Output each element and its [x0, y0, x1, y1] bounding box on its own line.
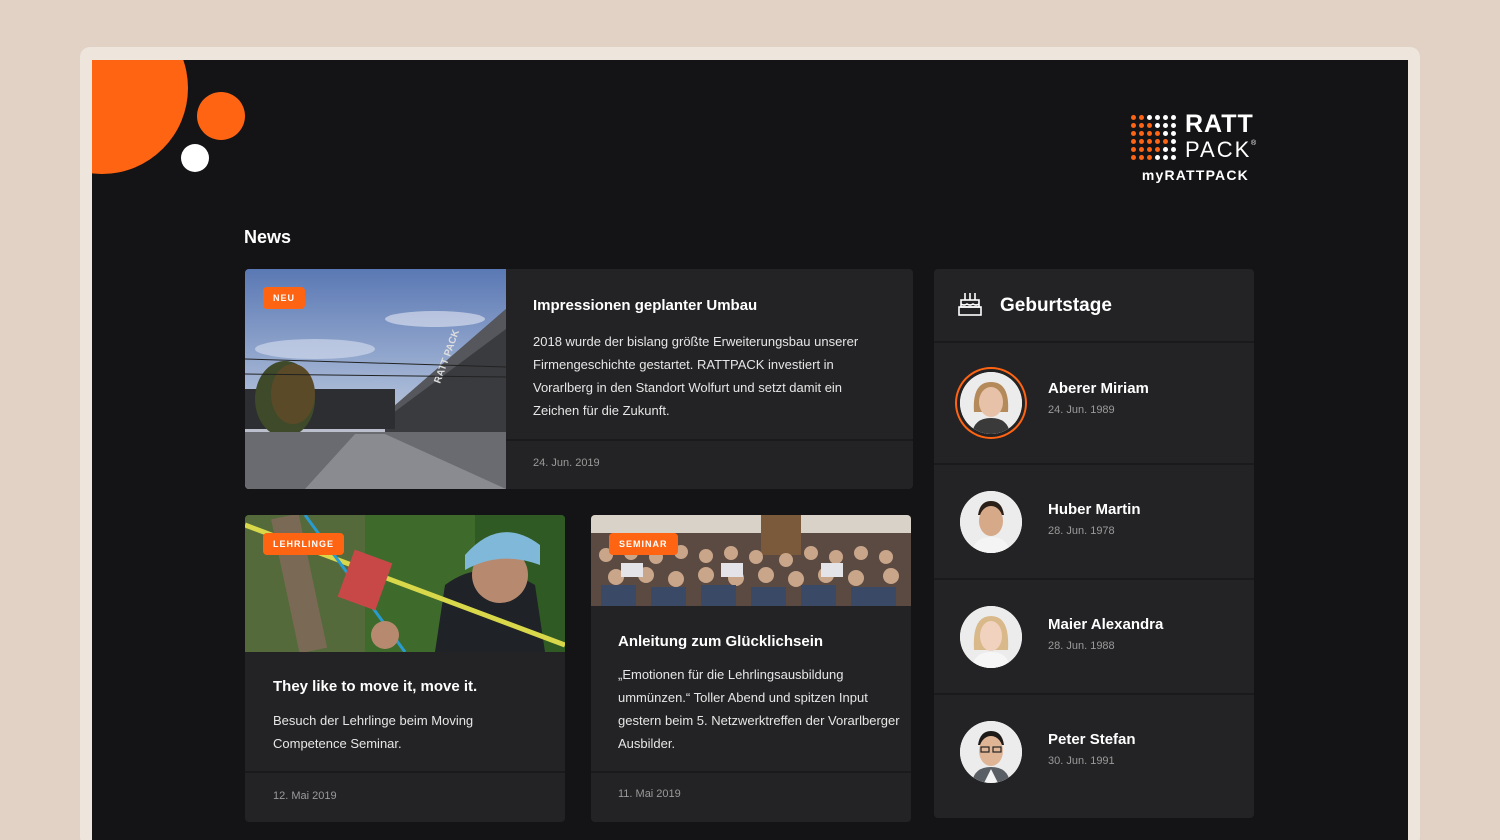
logo-word-pack: PACK	[1185, 137, 1252, 162]
birthdays-title: Geburtstage	[1000, 295, 1112, 316]
badge-lehrlinge: LEHRLINGE	[263, 533, 345, 555]
logo-dot-grid	[1130, 114, 1177, 161]
featured-title[interactable]: Impressionen geplanter Umbau	[533, 297, 757, 314]
decor-circle-medium	[197, 92, 245, 140]
person-name: Maier Alexandra	[1048, 616, 1164, 633]
birthday-item[interactable]: Peter Stefan 30. Jun. 1991	[934, 695, 1254, 809]
person-name: Peter Stefan	[1048, 731, 1136, 748]
card-date: 12. Mai 2019	[273, 790, 337, 802]
birthday-item[interactable]: Aberer Miriam 24. Jun. 1989	[934, 343, 1254, 457]
person-birthdate: 28. Jun. 1988	[1048, 640, 1115, 652]
cake-icon	[958, 291, 982, 322]
birthday-item[interactable]: Maier Alexandra 28. Jun. 1988	[934, 580, 1254, 694]
news-card-lehrlinge[interactable]: LEHRLINGE They like to move it, move it.…	[245, 515, 565, 822]
person-name: Huber Martin	[1048, 501, 1141, 518]
divider	[506, 439, 913, 441]
birthdays-panel: Geburtstage Aberer Miriam 24. Jun. 1989	[934, 269, 1254, 818]
card-date: 11. Mai 2019	[618, 788, 681, 800]
avatar	[960, 372, 1022, 434]
decor-circle-large	[92, 60, 188, 174]
birthdays-header: Geburtstage	[934, 269, 1254, 341]
featured-text: 2018 wurde der bislang größte Erweiterun…	[533, 334, 859, 418]
decor-circle-small	[181, 144, 209, 172]
card-title[interactable]: Anleitung zum Glücklichsein	[618, 633, 823, 650]
person-birthdate: 30. Jun. 1991	[1048, 755, 1115, 767]
rattpack-logo[interactable]: RATT PACK ® myRATTPACK	[1130, 112, 1260, 186]
badge-neu: NEU	[263, 287, 306, 309]
card-title[interactable]: They like to move it, move it.	[273, 678, 477, 695]
news-card-seminar[interactable]: SEMINAR Anleitung zum Glücklichsein „Emo…	[591, 515, 911, 822]
seminar-audience-image	[591, 515, 911, 606]
person-birthdate: 24. Jun. 1989	[1048, 404, 1115, 416]
card-text: Besuch der Lehrlinge beim Moving Compete…	[273, 713, 474, 751]
divider	[591, 771, 911, 773]
app-screen: RATT PACK ® myRATTPACK News RATT PACK NE…	[92, 60, 1408, 840]
card-text: „Emotionen für die Lehrlingsausbildung u…	[618, 667, 900, 751]
logo-subtitle: myRATTPACK	[1141, 167, 1249, 183]
avatar	[960, 491, 1022, 553]
person-name: Aberer Miriam	[1048, 380, 1149, 397]
logo-word-ratt: RATT	[1185, 110, 1254, 138]
person-birthdate: 28. Jun. 1978	[1048, 525, 1115, 537]
logo-registered-mark: ®	[1251, 140, 1257, 147]
news-heading: News	[244, 227, 292, 247]
avatar	[960, 606, 1022, 668]
news-card-featured[interactable]: RATT PACK NEU Impressionen geplanter Umb…	[245, 269, 913, 489]
avatar	[960, 721, 1022, 783]
badge-seminar: SEMINAR	[609, 533, 678, 555]
divider	[245, 771, 565, 773]
featured-date: 24. Jun. 2019	[533, 457, 600, 469]
birthday-item[interactable]: Huber Martin 28. Jun. 1978	[934, 465, 1254, 579]
